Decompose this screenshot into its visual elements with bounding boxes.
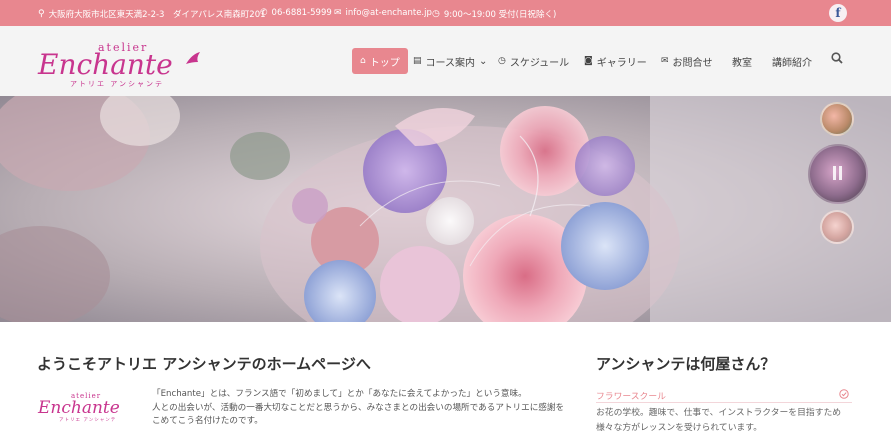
list-icon: ▤ — [413, 56, 422, 66]
intro-line: 人との出会いが、活動の一番大切なことだと思うから、みなさまとの出会いの場所である… — [152, 402, 565, 413]
clock-icon: ◷ — [498, 56, 506, 66]
intro-line: こめてこう名付けたのです。 — [152, 416, 263, 426]
nav-contact-label: お問合せ — [672, 57, 713, 69]
email-item[interactable]: ✉ info@at-enchante.jp — [334, 8, 432, 18]
envelope-icon: ✉ — [661, 56, 669, 66]
chevron-down-icon: ⌄ — [479, 55, 488, 67]
sidebar-text-line: 様々な方がレッスンを受けられています。 — [596, 423, 762, 433]
map-marker-icon: ⚲ — [38, 8, 45, 19]
site-header: atelier Enchante アトリエ アンシャンテ ⌂ トップ ▤ コース… — [0, 26, 891, 96]
rose-icon — [186, 52, 200, 64]
check-circle-icon[interactable] — [839, 389, 849, 399]
content-logo: atelier Enchante アトリエ アンシャンテ — [37, 389, 139, 423]
nav-top[interactable]: ⌂ トップ — [352, 48, 408, 74]
content-logo-sub-text: アトリエ アンシャンテ — [59, 417, 116, 423]
site-logo[interactable]: atelier Enchante アトリエ アンシャンテ — [36, 36, 216, 88]
phone-icon: ✆ — [260, 7, 268, 18]
slider-thumbnails — [808, 96, 868, 322]
content-logo-graphic: atelier Enchante アトリエ アンシャンテ — [37, 392, 120, 423]
address-text: 大阪府大阪市北区東天満2-2-3 ダイアパレス南森町201 — [48, 10, 266, 20]
nav-classroom[interactable]: 教室 — [732, 48, 752, 74]
slide-thumbnail[interactable] — [820, 210, 854, 244]
nav-courses-label: コース案内 — [425, 57, 476, 69]
flower-school-link[interactable]: フラワースクール — [596, 389, 666, 402]
nav-schedule-label: スケジュール — [509, 57, 570, 69]
nav-instructor-label: 講師紹介 — [772, 57, 812, 69]
sidebar-text-line: お花の学校。趣味で、仕事で、インストラクターを目指すため — [596, 408, 842, 418]
pause-icon[interactable] — [833, 166, 843, 180]
nav-classroom-label: 教室 — [732, 57, 752, 69]
clock-icon: ◷ — [432, 8, 440, 19]
nav-top-label: トップ — [369, 57, 400, 69]
facebook-icon[interactable]: f — [829, 4, 847, 22]
intro-text: 「Enchante」とは、フランス語で「初めまして」とか「あなたに会えてよかった… — [152, 388, 572, 429]
nav-gallery-label: ギャラリー — [596, 57, 647, 69]
nav-gallery[interactable]: ◙ ギャラリー — [584, 48, 647, 74]
search-icon[interactable] — [831, 52, 843, 64]
logo-main-text: Enchante — [37, 48, 173, 81]
home-icon: ⌂ — [360, 56, 366, 66]
sidebar-text: お花の学校。趣味で、仕事で、インストラクターを目指すため 様々な方がレッスンを受… — [596, 406, 856, 436]
nav-courses[interactable]: ▤ コース案内 ⌄ — [413, 48, 487, 74]
hours-item: ◷ 9:00～19:00 受付(日祝除く) — [432, 8, 556, 20]
logo-sub-text: アトリエ アンシャンテ — [70, 80, 164, 88]
welcome-heading: ようこそアトリエ アンシャンテのホームページへ — [37, 355, 371, 373]
slide-thumbnail[interactable] — [820, 102, 854, 136]
phone-item[interactable]: ✆ 06-6881-5999 — [260, 8, 332, 18]
camera-icon: ◙ — [584, 56, 593, 66]
sidebar-heading: アンシャンテは何屋さん？ — [596, 355, 776, 373]
intro-line: 「Enchante」とは、フランス語で「初めまして」とか「あなたに会えてよかった… — [152, 389, 527, 399]
address-item: ⚲ 大阪府大阪市北区東天満2-2-3 ダイアパレス南森町201 — [38, 8, 266, 20]
sidebar-divider — [596, 402, 852, 403]
envelope-icon: ✉ — [334, 7, 342, 18]
nav-contact[interactable]: ✉ お問合せ — [661, 48, 713, 74]
hero-slider[interactable] — [0, 96, 891, 322]
nav-schedule[interactable]: ◷ スケジュール — [498, 48, 569, 74]
nav-instructor[interactable]: 講師紹介 — [772, 48, 812, 74]
content-logo-main-text: Enchante — [37, 398, 120, 418]
email-link[interactable]: info@at-enchante.jp — [346, 8, 432, 18]
phone-text[interactable]: 06-6881-5999 — [272, 8, 332, 18]
logo-graphic: atelier Enchante アトリエ アンシャンテ — [37, 41, 200, 88]
hero-image — [0, 96, 891, 322]
top-info-bar: ⚲ 大阪府大阪市北区東天満2-2-3 ダイアパレス南森町201 ✆ 06-688… — [0, 0, 891, 26]
hours-text: 9:00～19:00 受付(日祝除く) — [443, 10, 557, 20]
